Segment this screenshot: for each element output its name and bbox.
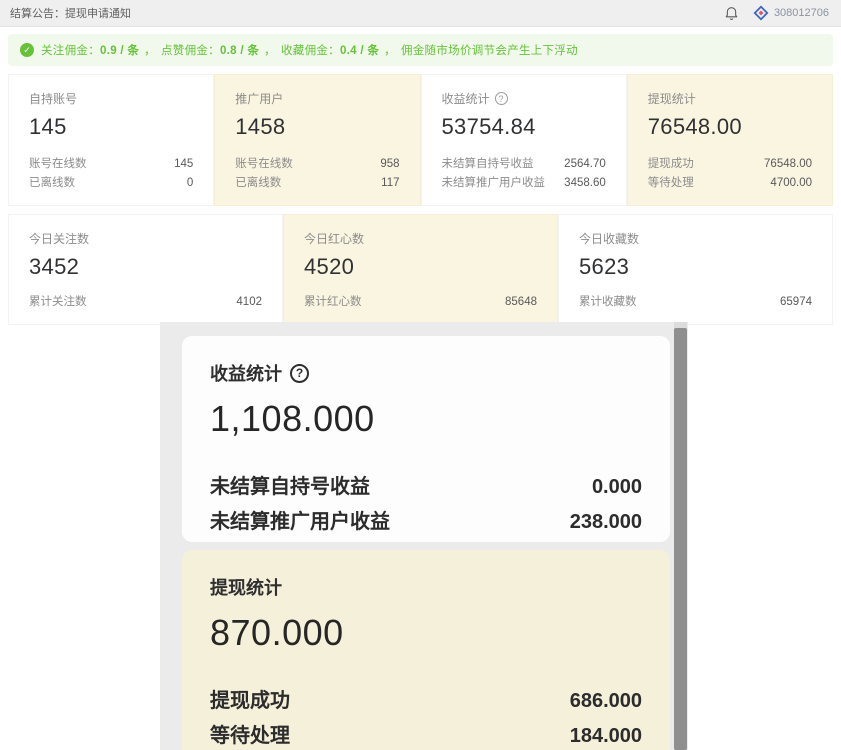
sub-value: 76548.00: [764, 155, 812, 174]
success-circle-icon: ✓: [20, 43, 34, 57]
banner-suffix: 佣金随市场价调节会产生上下浮动: [401, 45, 578, 57]
stat-sub-row: 账号在线数 145: [29, 155, 193, 174]
stat-sub-row: 未结算自持号收益 2564.70: [442, 155, 606, 174]
banner-separator: ，: [139, 45, 161, 57]
stats-row-1: 自持账号 145 账号在线数 145 已离线数 0 推广用户 1458 账号在线…: [8, 74, 833, 206]
sub-label: 累计关注数: [29, 293, 87, 312]
sub-label: 提现成功: [648, 155, 694, 174]
banner-label-favorite: 收藏佣金：: [281, 45, 340, 57]
stat-sub-row: 账号在线数 958: [235, 155, 399, 174]
stat-sub-row: 累计关注数 4102: [29, 293, 262, 312]
mobile-sub-row: 未结算推广用户收益 238.000: [210, 509, 642, 535]
sub-value: 65974: [780, 293, 812, 312]
stats-row-2: 今日关注数 3452 累计关注数 4102 今日红心数 4520 累计红心数 8…: [8, 214, 833, 325]
card-title: 今日收藏数: [579, 230, 639, 247]
banner-label-like: 点赞佣金：: [161, 45, 220, 57]
card-title: 今日关注数: [29, 230, 89, 247]
mobile-withdraw-card: 提现统计 870.000 提现成功 686.000 等待处理 184.000: [182, 550, 670, 750]
scrollbar-thumb[interactable]: [674, 328, 687, 750]
sub-value: 85648: [505, 293, 537, 312]
card-title: 今日红心数: [304, 230, 364, 247]
sub-label: 等待处理: [210, 723, 290, 749]
sub-value: 0.000: [592, 474, 642, 500]
announcement-title[interactable]: 结算公告：提现申请通知: [10, 5, 131, 21]
stat-sub-row: 已离线数 117: [235, 174, 399, 193]
sub-label: 累计红心数: [304, 293, 362, 312]
sub-value: 958: [380, 155, 399, 174]
banner-value-favorite: 0.4 / 条: [340, 45, 379, 57]
sub-label: 未结算自持号收益: [210, 474, 370, 500]
sub-label: 提现成功: [210, 688, 290, 714]
sub-value: 2564.70: [564, 155, 606, 174]
mobile-sub-row: 等待处理 184.000: [210, 723, 642, 749]
stat-sub-row: 累计红心数 85648: [304, 293, 537, 312]
mobile-card-value: 870.000: [210, 612, 642, 654]
help-icon[interactable]: ?: [495, 92, 508, 105]
banner-separator: ，: [379, 45, 401, 57]
card-today-hearts: 今日红心数 4520 累计红心数 85648: [283, 214, 558, 325]
banner-label-follow: 关注佣金：: [41, 45, 100, 57]
banner-separator: ，: [259, 45, 281, 57]
card-value: 1458: [235, 114, 399, 140]
sub-label: 累计收藏数: [579, 293, 637, 312]
card-value: 53754.84: [442, 114, 606, 140]
help-icon[interactable]: ?: [290, 364, 309, 383]
mobile-card-title: 提现统计: [210, 574, 282, 600]
sub-value: 145: [174, 155, 193, 174]
sub-label: 等待处理: [648, 174, 694, 193]
sub-label: 账号在线数: [29, 155, 87, 174]
sub-value: 4700.00: [770, 174, 812, 193]
mobile-card-value: 1,108.000: [210, 398, 642, 440]
mobile-card-title: 收益统计: [210, 360, 282, 386]
stat-sub-row: 提现成功 76548.00: [648, 155, 812, 174]
card-today-follows: 今日关注数 3452 累计关注数 4102: [8, 214, 283, 325]
card-value: 145: [29, 114, 193, 140]
stat-sub-row: 未结算推广用户收益 3458.60: [442, 174, 606, 193]
user-id: 308012706: [774, 7, 829, 19]
sub-value: 117: [381, 174, 399, 193]
mobile-sub-row: 提现成功 686.000: [210, 688, 642, 714]
topbar-right: 308012706: [724, 5, 829, 21]
bell-icon[interactable]: [724, 6, 739, 21]
stat-sub-row: 累计收藏数 65974: [579, 293, 812, 312]
account-badge[interactable]: 308012706: [753, 5, 829, 21]
mobile-screenshot-panel: 收益统计 ? 1,108.000 未结算自持号收益 0.000 未结算推广用户收…: [160, 322, 688, 750]
card-self-accounts: 自持账号 145 账号在线数 145 已离线数 0: [8, 74, 214, 206]
card-title: 自持账号: [29, 90, 77, 107]
sub-label: 已离线数: [29, 174, 75, 193]
banner-value-follow: 0.9 / 条: [100, 45, 139, 57]
sub-label: 未结算自持号收益: [442, 155, 534, 174]
card-title: 提现统计: [648, 90, 696, 107]
sub-value: 686.000: [570, 688, 642, 714]
diamond-logo-icon: [753, 5, 769, 21]
card-value: 3452: [29, 254, 262, 280]
sub-value: 238.000: [570, 509, 642, 535]
commission-banner: ✓ 关注佣金：0.9 / 条，点赞佣金：0.8 / 条，收藏佣金：0.4 / 条…: [8, 34, 833, 66]
card-value: 4520: [304, 254, 537, 280]
topbar: 结算公告：提现申请通知 308012706: [0, 0, 841, 27]
sub-value: 0: [187, 174, 193, 193]
sub-label: 已离线数: [235, 174, 281, 193]
sub-label: 账号在线数: [235, 155, 293, 174]
card-today-favorites: 今日收藏数 5623 累计收藏数 65974: [558, 214, 833, 325]
card-title: 推广用户: [235, 90, 283, 107]
card-withdraw-stats: 提现统计 76548.00 提现成功 76548.00 等待处理 4700.00: [627, 74, 833, 206]
sub-label: 未结算推广用户收益: [210, 509, 390, 535]
card-value: 76548.00: [648, 114, 812, 140]
sub-value: 4102: [236, 293, 262, 312]
stat-sub-row: 已离线数 0: [29, 174, 193, 193]
sub-label: 未结算推广用户收益: [442, 174, 546, 193]
card-income-stats: 收益统计 ? 53754.84 未结算自持号收益 2564.70 未结算推广用户…: [421, 74, 627, 206]
sub-value: 3458.60: [564, 174, 606, 193]
commission-banner-text: 关注佣金：0.9 / 条，点赞佣金：0.8 / 条，收藏佣金：0.4 / 条，佣…: [41, 42, 578, 58]
card-title: 收益统计: [442, 90, 490, 107]
stat-sub-row: 等待处理 4700.00: [648, 174, 812, 193]
mobile-income-card: 收益统计 ? 1,108.000 未结算自持号收益 0.000 未结算推广用户收…: [182, 336, 670, 542]
sub-value: 184.000: [570, 723, 642, 749]
card-value: 5623: [579, 254, 812, 280]
banner-value-like: 0.8 / 条: [220, 45, 259, 57]
scrollbar-track[interactable]: [674, 322, 687, 750]
mobile-sub-row: 未结算自持号收益 0.000: [210, 474, 642, 500]
card-promo-users: 推广用户 1458 账号在线数 958 已离线数 117: [214, 74, 420, 206]
